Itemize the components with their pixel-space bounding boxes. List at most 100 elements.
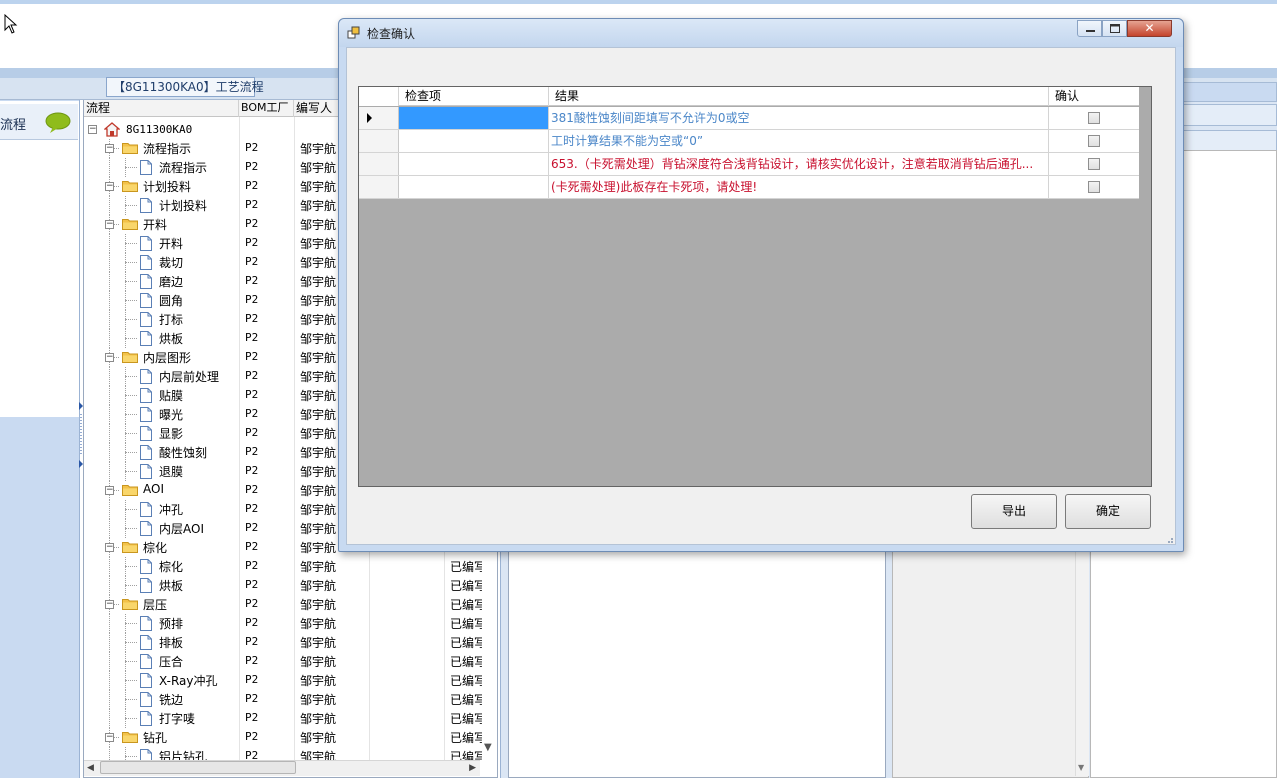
document-icon (140, 388, 152, 403)
dialog-title-bar[interactable] (339, 19, 1183, 47)
resize-grip-icon[interactable] (1164, 534, 1174, 544)
close-button[interactable]: ✕ (1127, 20, 1172, 37)
collapse-icon[interactable]: − (105, 182, 114, 191)
row-header[interactable] (359, 176, 399, 198)
collapse-icon[interactable]: − (105, 600, 114, 609)
scroll-left-icon[interactable]: ◀ (87, 763, 94, 773)
minimize-button[interactable] (1077, 20, 1102, 37)
tree-step-row[interactable]: 棕化 P2 邹宇航 已编写 (84, 557, 484, 576)
tree-step-row[interactable]: 铝片钻孔 P2 邹宇航 已编写 (84, 747, 484, 760)
cell-check-item[interactable] (399, 130, 549, 152)
horizontal-scroll-thumb[interactable] (100, 761, 296, 774)
column-header-bom[interactable]: BOM工厂 (239, 100, 294, 117)
mouse-cursor-icon (4, 14, 18, 34)
cell-check-item[interactable] (399, 153, 549, 175)
author-cell: 邹宇航 (300, 351, 337, 365)
document-icon (140, 521, 152, 536)
collapse-icon[interactable]: − (105, 220, 114, 229)
tree-connector (109, 329, 110, 348)
tree-connector (125, 414, 137, 415)
tree-node-label: X-Ray冲孔 (159, 674, 218, 688)
tree-node-label: 棕化 (143, 541, 168, 555)
scroll-down-icon[interactable]: ▼ (1078, 763, 1084, 772)
cell-confirm[interactable] (1049, 107, 1139, 129)
column-header-confirm[interactable]: 确认 (1049, 87, 1139, 106)
folder-icon (122, 599, 138, 610)
collapse-icon[interactable]: − (105, 144, 114, 153)
author-cell: 邹宇航 (300, 674, 337, 688)
cell-confirm[interactable] (1049, 153, 1139, 175)
tree-connector (125, 718, 137, 719)
collapse-icon[interactable]: − (88, 125, 97, 134)
tree-connector (109, 253, 110, 272)
cell-result[interactable]: 工时计算结果不能为空或“0” (549, 130, 1049, 152)
confirm-checkbox[interactable] (1088, 158, 1100, 170)
status-cell: 已编写 (450, 655, 482, 669)
cell-result[interactable]: 381酸性蚀刻间距填写不允许为0或空 (549, 107, 1049, 129)
tree-step-row[interactable]: 预排 P2 邹宇航 已编写 (84, 614, 484, 633)
collapse-icon[interactable]: − (105, 486, 114, 495)
tree-step-row[interactable]: 排板 P2 邹宇航 已编写 (84, 633, 484, 652)
grid-row[interactable]: 381酸性蚀刻间距填写不允许为0或空 (359, 107, 1139, 130)
folder-icon (122, 352, 138, 363)
cell-result[interactable]: (卡死需处理)此板存在卡死项，请处理! (549, 176, 1049, 198)
column-header-check-item[interactable]: 检查项 (399, 87, 549, 106)
author-cell: 邹宇航 (300, 142, 337, 156)
folder-icon (122, 143, 138, 154)
grid-row[interactable]: 工时计算结果不能为空或“0” (359, 130, 1139, 153)
tree-connector (109, 671, 110, 690)
collapse-icon[interactable]: − (105, 543, 114, 552)
bom-factory-cell: P2 (245, 521, 259, 534)
tree-step-row[interactable]: 烘板 P2 邹宇航 已编写 (84, 576, 484, 595)
collapse-icon[interactable]: − (105, 733, 114, 742)
row-header-corner[interactable] (359, 87, 399, 106)
folder-icon (122, 485, 138, 496)
grid-row[interactable]: (卡死需处理)此板存在卡死项，请处理! (359, 176, 1139, 199)
collapse-icon[interactable]: − (105, 353, 114, 362)
tree-node-label: 预排 (159, 617, 184, 631)
tree-connector (109, 614, 110, 633)
tree-group-row[interactable]: − 钻孔 P2 邹宇航 已编写 (84, 728, 484, 747)
export-button[interactable]: 导出 (971, 494, 1057, 529)
maximize-button[interactable] (1102, 20, 1127, 37)
cell-confirm[interactable] (1049, 130, 1139, 152)
author-cell: 邹宇航 (300, 370, 337, 384)
column-header-result[interactable]: 结果 (549, 87, 1049, 106)
tree-step-row[interactable]: X-Ray冲孔 P2 邹宇航 已编写 (84, 671, 484, 690)
row-header[interactable] (359, 153, 399, 175)
tree-step-row[interactable]: 压合 P2 邹宇航 已编写 (84, 652, 484, 671)
tree-group-row[interactable]: − 层压 P2 邹宇航 已编写 (84, 595, 484, 614)
tree-connector (109, 424, 110, 443)
tree-connector (125, 623, 137, 624)
row-header[interactable] (359, 107, 399, 129)
cell-check-item[interactable] (399, 107, 549, 129)
tree-connector (125, 528, 137, 529)
author-cell: 邹宇航 (300, 541, 337, 555)
cell-check-item[interactable] (399, 176, 549, 198)
tree-connector (109, 557, 110, 576)
scroll-down-icon[interactable]: ▼ (484, 742, 492, 753)
tree-node-label: 开料 (159, 237, 184, 251)
tree-connector (125, 338, 137, 339)
tree-connector (109, 462, 110, 481)
left-nav-list (0, 101, 79, 417)
document-icon (140, 616, 152, 631)
tree-step-row[interactable]: 铣边 P2 邹宇航 已编写 (84, 690, 484, 709)
cell-confirm[interactable] (1049, 176, 1139, 198)
folder-icon (122, 732, 138, 743)
tree-node-label: 打标 (159, 313, 184, 327)
grid-row[interactable]: 653.（卡死需处理）背钻深度符合浅背钻设计，请核实优化设计，注意若取消背钻后通… (359, 153, 1139, 176)
confirm-checkbox[interactable] (1088, 135, 1100, 147)
column-header-process[interactable]: 流程 (84, 100, 239, 117)
document-icon (140, 274, 152, 289)
cell-result[interactable]: 653.（卡死需处理）背钻深度符合浅背钻设计，请核实优化设计，注意若取消背钻后通… (549, 153, 1049, 175)
scroll-right-icon[interactable]: ▶ (469, 763, 476, 773)
row-header[interactable] (359, 130, 399, 152)
confirm-checkbox[interactable] (1088, 112, 1100, 124)
document-icon (140, 654, 152, 669)
ok-button[interactable]: 确定 (1065, 494, 1151, 529)
tree-step-row[interactable]: 打字唛 P2 邹宇航 已编写 (84, 709, 484, 728)
tree-node-label: 内层前处理 (159, 370, 220, 384)
process-flow-tab[interactable]: 【8G11300KA0】工艺流程 (106, 77, 264, 97)
confirm-checkbox[interactable] (1088, 181, 1100, 193)
